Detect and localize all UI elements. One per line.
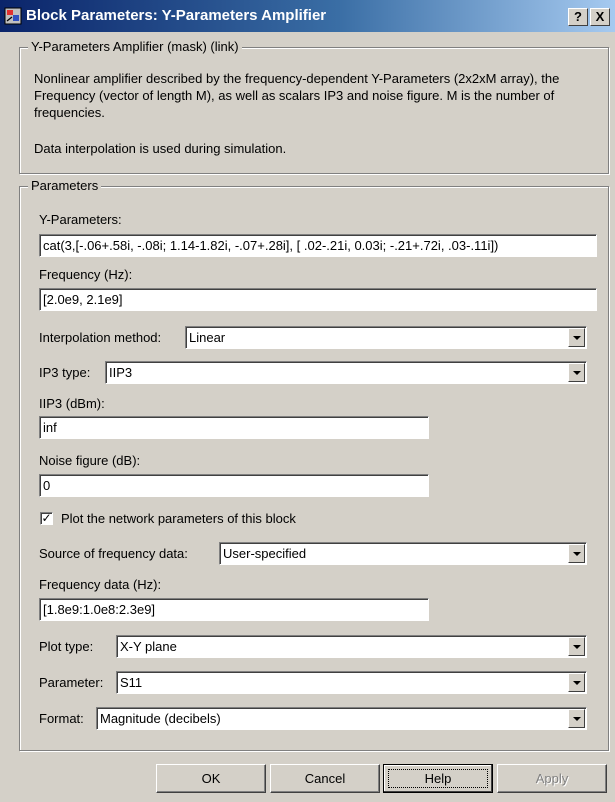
close-icon: X [595,9,605,24]
title-bar[interactable]: Block Parameters: Y-Parameters Amplifier… [0,0,615,32]
help-label: Help [424,771,452,786]
interpolation-note: Data interpolation is used during simula… [34,141,287,156]
format-select[interactable]: Magnitude (decibels) [96,707,587,730]
plottype-value: X-Y plane [120,639,177,654]
window-title: Block Parameters: Y-Parameters Amplifier [26,7,327,24]
description-group: Y-Parameters Amplifier (mask) (link) Non… [19,39,609,174]
dropdown-arrow-icon[interactable] [568,673,585,692]
help-button[interactable]: Help [383,764,493,793]
frequency-value: [2.0e9, 2.1e9] [43,292,123,307]
ip3type-select[interactable]: IIP3 [105,361,587,384]
close-button[interactable]: X [590,8,610,26]
dropdown-arrow-icon[interactable] [568,328,585,347]
plottype-select[interactable]: X-Y plane [116,635,587,658]
parameters-group: Parameters Y-Parameters: cat(3,[-.06+.58… [19,178,609,751]
apply-label: Apply [535,771,569,786]
frequency-label: Frequency (Hz): [39,267,133,282]
yparams-value: cat(3,[-.06+.58i, -.08i; 1.14-1.82i, -.0… [43,238,499,253]
yparams-input[interactable]: cat(3,[-.06+.58i, -.08i; 1.14-1.82i, -.0… [39,234,597,257]
dropdown-arrow-icon[interactable] [568,363,585,382]
frequency-input[interactable]: [2.0e9, 2.1e9] [39,288,597,311]
help-title-button[interactable]: ? [568,8,588,26]
freqdata-value: [1.8e9:1.0e8:2.3e9] [43,602,156,617]
description-legend: Y-Parameters Amplifier (mask) (link) [28,39,242,54]
source-label: Source of frequency data: [39,546,188,561]
source-select[interactable]: User-specified [219,542,587,565]
parameter-select[interactable]: S11 [116,671,587,694]
checkmark-icon: ✓ [41,511,52,525]
plot-checkbox-label[interactable]: Plot the network parameters of this bloc… [61,511,296,526]
dropdown-arrow-icon[interactable] [568,544,585,563]
interp-select[interactable]: Linear [185,326,587,349]
interp-label: Interpolation method: [39,330,162,345]
iip3-label: IIP3 (dBm): [39,396,105,411]
dropdown-arrow-icon[interactable] [568,637,585,656]
dropdown-arrow-icon[interactable] [568,709,585,728]
format-value: Magnitude (decibels) [100,711,221,726]
yparams-label: Y-Parameters: [39,212,122,227]
apply-button[interactable]: Apply [497,764,607,793]
ok-label: OK [201,771,221,786]
noise-input[interactable]: 0 [39,474,429,497]
parameters-legend: Parameters [28,178,102,193]
ip3type-value: IIP3 [109,365,133,380]
format-label: Format: [39,711,84,726]
source-value: User-specified [223,546,307,561]
noise-label: Noise figure (dB): [39,453,141,468]
interp-value: Linear [189,330,226,345]
ok-button[interactable]: OK [156,764,266,793]
parameter-value: S11 [120,675,143,690]
freqdata-label: Frequency data (Hz): [39,577,162,592]
noise-value: 0 [43,478,51,493]
iip3-input[interactable]: inf [39,416,429,439]
plot-checkbox[interactable]: ✓ [40,512,53,525]
simulink-block-icon [4,7,22,25]
cancel-button[interactable]: Cancel [270,764,380,793]
ip3type-label: IP3 type: [39,365,91,380]
question-mark-icon: ? [574,9,582,24]
cancel-label: Cancel [304,771,346,786]
freqdata-input[interactable]: [1.8e9:1.0e8:2.3e9] [39,598,429,621]
description-text: Nonlinear amplifier described by the fre… [34,71,560,120]
parameter-label: Parameter: [39,675,104,690]
iip3-value: inf [43,420,57,435]
plottype-label: Plot type: [39,639,94,654]
